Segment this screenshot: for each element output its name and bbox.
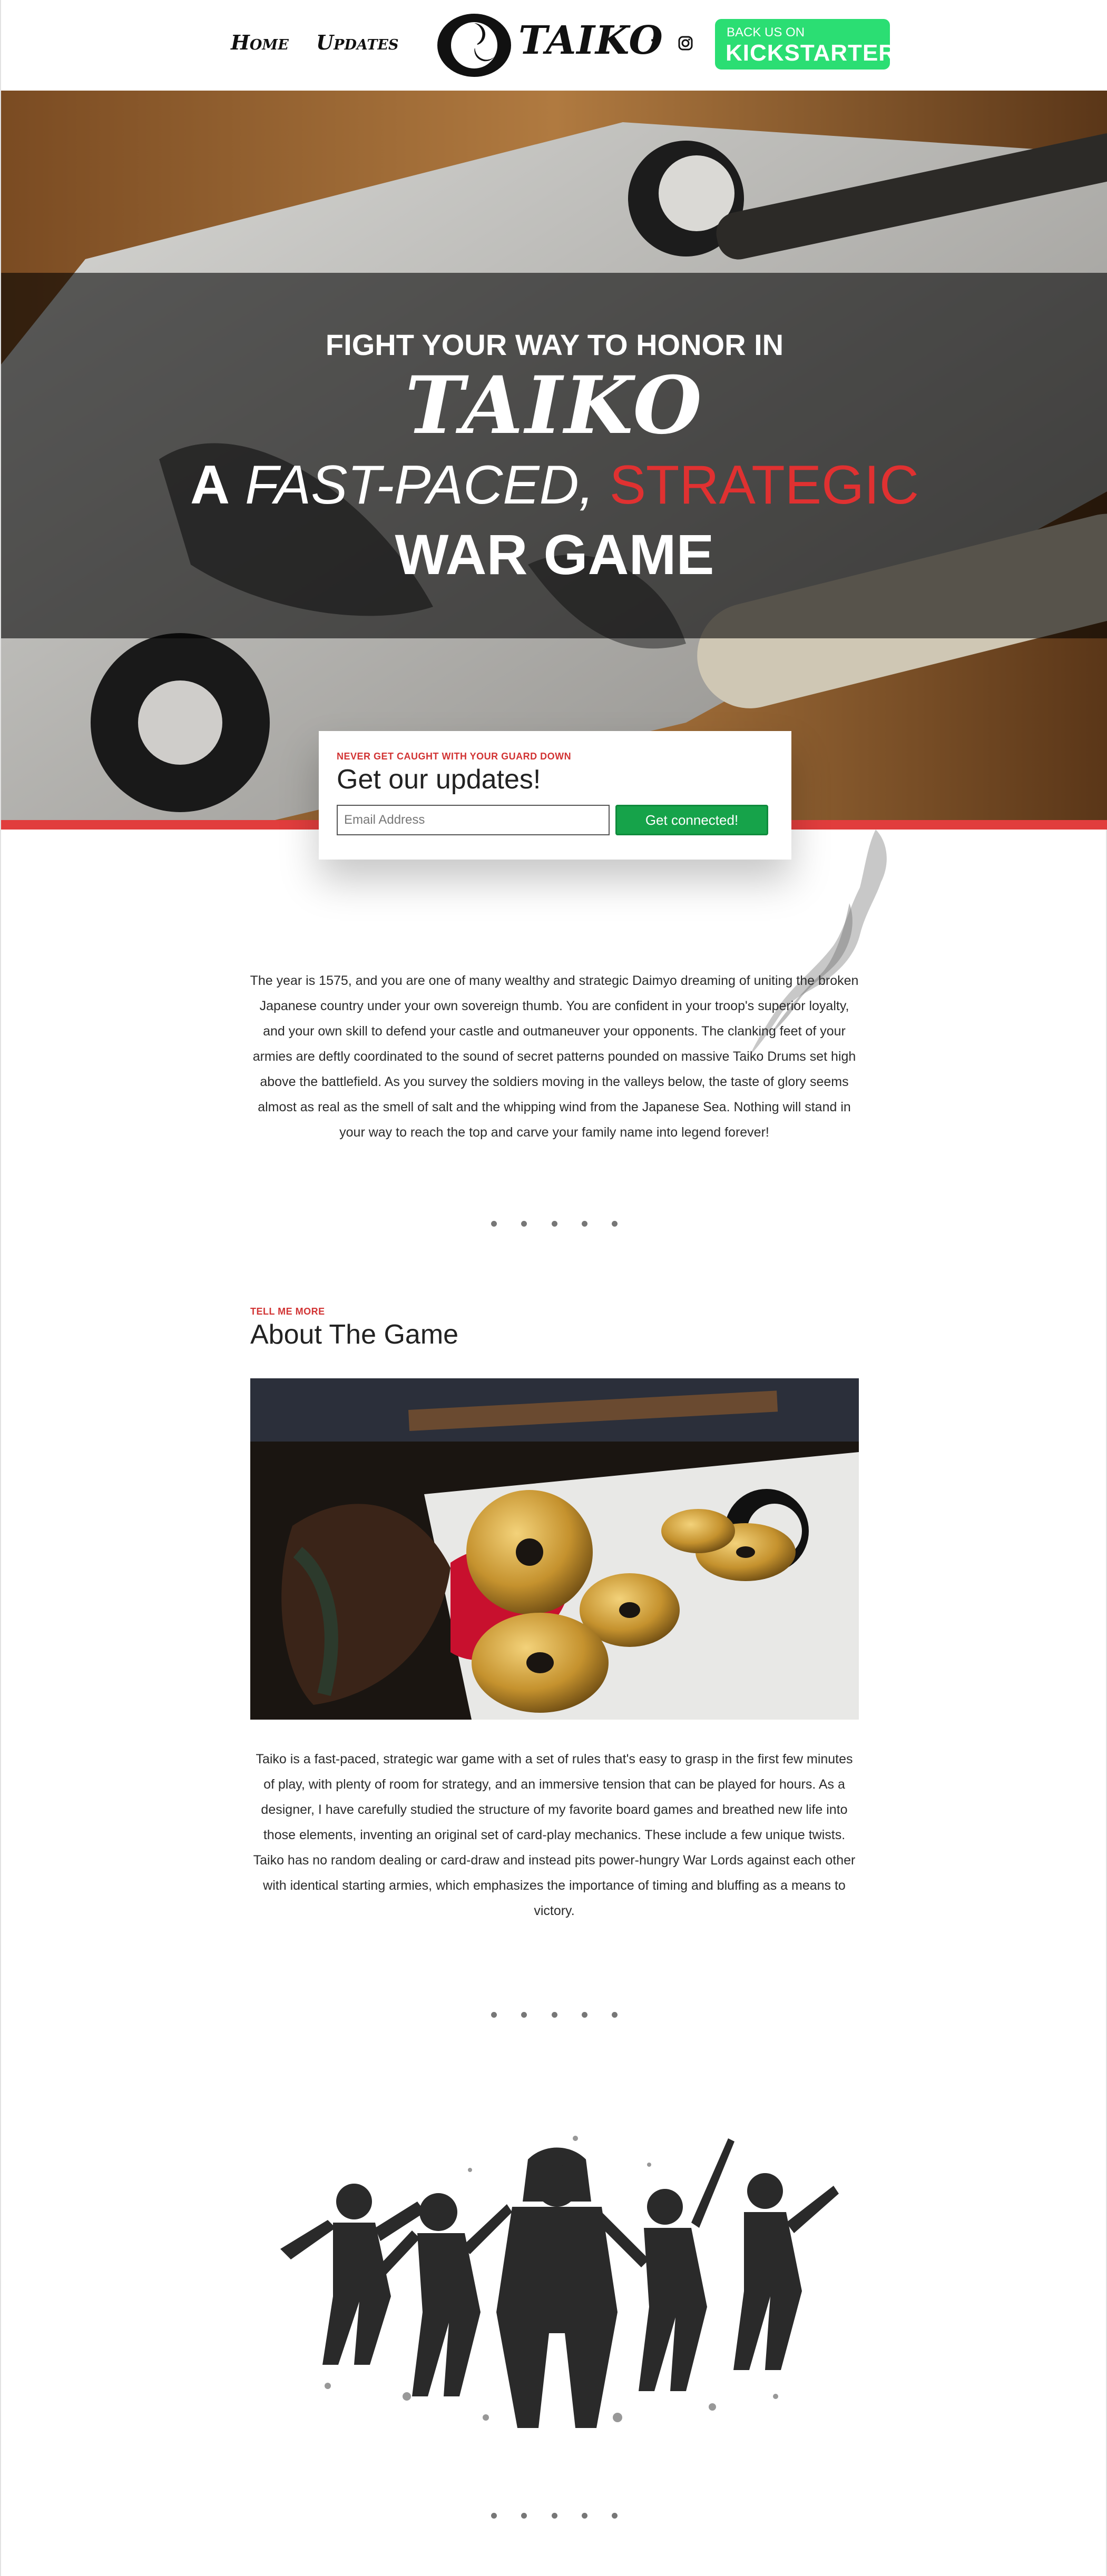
about-eyebrow: TELL ME MORE [250,1306,325,1317]
section-divider-dots [491,1221,618,1228]
signup-title: Get our updates! [337,764,541,795]
hero-subtitle-strategic: STRATEGIC [609,455,919,516]
logo-wordmark: TAIKO [518,18,663,63]
hero-subtitle-a: A [190,455,230,516]
newsletter-signup-card: NEVER GET CAUGHT WITH YOUR GUARD DOWN Ge… [319,731,791,860]
section-divider-dots [491,2012,618,2019]
nav-home-link[interactable]: Home [231,31,289,54]
intro-paragraph: The year is 1575, and you are one of man… [250,973,859,1140]
tomoe-drum-logo-icon [437,14,511,77]
divider-dot [521,2012,527,2018]
hero-brand-title: TAIKO [405,359,704,452]
divider-dot [521,1221,527,1227]
email-field[interactable] [337,805,610,835]
signup-eyebrow: NEVER GET CAUGHT WITH YOUR GUARD DOWN [337,751,572,762]
divider-dot [551,1221,557,1227]
instagram-icon[interactable] [678,33,693,54]
divider-dot [581,1221,587,1227]
divider-dot [551,2513,557,2519]
divider-dot [612,2012,618,2018]
page: Home Updates TAIKO f BACK US ON KICKSTAR… [0,0,1107,2576]
divider-dot [551,2012,557,2018]
divider-dot [612,2513,618,2519]
divider-dot [491,2012,497,2018]
get-connected-button[interactable]: Get connected! [615,805,768,835]
about-title: About The Game [250,1319,459,1350]
divider-dot [521,2513,527,2519]
divider-dot [581,2513,587,2519]
section-divider-dots [491,2513,618,2520]
facebook-icon[interactable]: f [647,33,663,54]
hero-subtitle: A FAST-PACED, STRATEGIC [1,454,1107,517]
ninja-warriors-illustration [280,2136,839,2428]
divider-dot [612,1221,618,1227]
site-logo[interactable]: TAIKO [435,12,663,79]
site-header: Home Updates TAIKO f BACK US ON KICKSTAR… [1,0,1107,91]
hero-subtitle-fast-paced: FAST-PACED, [245,455,594,516]
hero-section: FIGHT YOUR WAY TO HONOR IN TAIKO A FAST-… [1,91,1107,820]
kickstarter-big-label: KICKSTARTER [726,40,896,66]
nav-updates-link[interactable]: Updates [316,31,399,54]
kickstarter-button[interactable]: BACK US ON KICKSTARTER [715,19,895,70]
about-paragraph: Taiko is a fast-paced, strategic war gam… [253,1752,856,1918]
hero-tagline: FIGHT YOUR WAY TO HONOR IN [325,328,784,361]
hero-war-game: WAR GAME [395,522,714,586]
divider-dot [491,2513,497,2519]
divider-dot [491,1221,497,1227]
divider-dot [581,2012,587,2018]
coins-and-cards-photo [250,1378,859,1720]
kickstarter-small-label: BACK US ON [727,25,805,40]
